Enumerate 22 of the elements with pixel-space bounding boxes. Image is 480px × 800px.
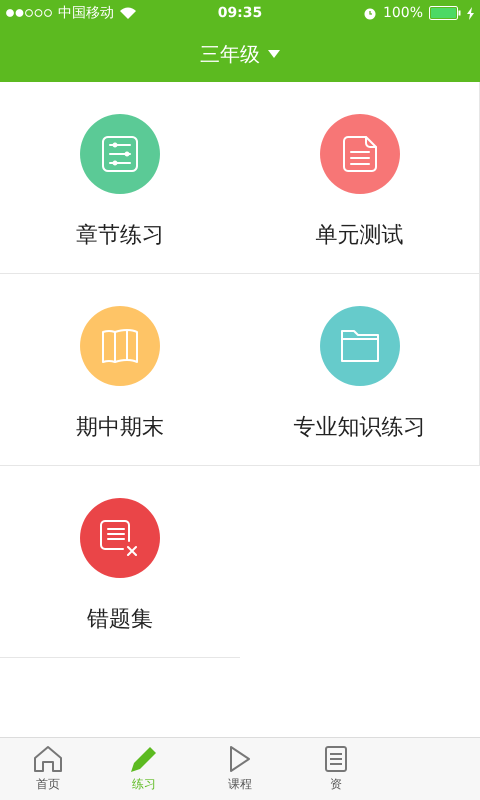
list-icon — [324, 745, 348, 773]
dropdown-caret-icon[interactable] — [268, 50, 280, 58]
folder-icon — [340, 329, 380, 363]
sliders-icon — [101, 135, 139, 173]
pencil-icon — [130, 745, 158, 773]
charging-icon — [467, 6, 474, 20]
clock: 09:35 — [218, 5, 262, 21]
tab[interactable]: 资 — [288, 738, 384, 800]
practice-tile[interactable]: 单元测试 — [240, 82, 480, 274]
alarm-icon — [362, 6, 377, 20]
tab[interactable]: 课程 — [192, 738, 288, 800]
battery-icon — [429, 6, 461, 20]
wifi-icon — [120, 7, 136, 19]
carrier: 中国移动 — [58, 4, 114, 22]
signal-icon — [6, 9, 52, 17]
map-icon — [101, 328, 139, 364]
practice-tile[interactable]: 专业知识练习 — [240, 274, 480, 466]
tab[interactable]: 首页 — [0, 738, 96, 800]
play-icon — [228, 745, 252, 773]
battery-percent: 100% — [382, 5, 423, 21]
document-icon — [342, 135, 378, 173]
home-icon — [33, 745, 63, 773]
